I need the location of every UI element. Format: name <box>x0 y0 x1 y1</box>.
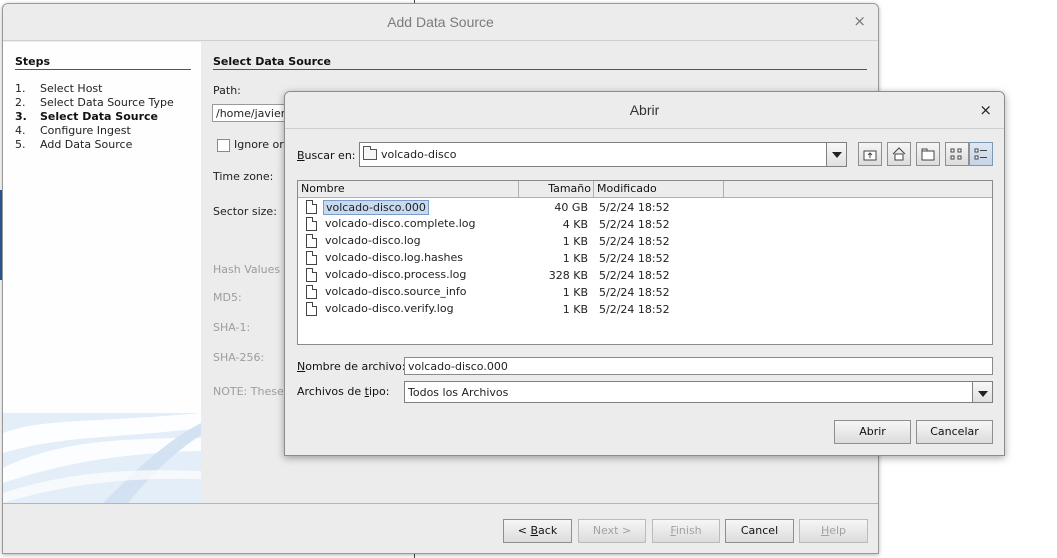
file-row[interactable]: volcado-disco.process.log 328 KB 5/2/24 18… <box>298 267 992 284</box>
chooser-titlebar[interactable]: Abrir × <box>285 92 1004 129</box>
look-in-combo[interactable]: volcado-disco <box>359 142 847 167</box>
next-button[interactable]: Next > <box>578 519 646 543</box>
file-row-selected[interactable]: volcado-disco.000 40 GB 5/2/24 18:52 <box>298 199 992 216</box>
new-folder-icon <box>921 148 935 161</box>
chooser-close-icon[interactable]: × <box>979 101 992 119</box>
file-icon <box>306 217 317 231</box>
chevron-down-icon[interactable] <box>972 382 992 402</box>
folder-up-icon <box>863 150 877 161</box>
filetype-label: Archivos de tipo: <box>297 385 390 398</box>
content-title: Select Data Source <box>213 55 867 70</box>
file-icon <box>306 251 317 265</box>
look-in-label: Buscar en: <box>297 149 356 162</box>
up-one-level-button[interactable] <box>858 142 882 166</box>
chooser-title: Abrir <box>629 102 660 118</box>
filetype-combo[interactable]: Todos los Archivos <box>404 381 993 403</box>
file-row[interactable]: volcado-disco.verify.log 1 KB 5/2/24 18:52 <box>298 301 992 318</box>
step-item: 5. Add Data Source <box>15 138 133 151</box>
cancel-button[interactable]: Cancel <box>725 519 794 543</box>
column-header-size[interactable]: Tamaño <box>519 181 594 198</box>
column-header-modified[interactable]: Modificado <box>594 181 724 198</box>
wizard-close-icon[interactable]: × <box>853 12 866 30</box>
open-file-dialog: Abrir × Buscar en: volcado-disco Nombre … <box>284 91 1005 456</box>
file-row[interactable]: volcado-disco.complete.log 4 KB 5/2/24 18:… <box>298 216 992 233</box>
chevron-down-icon[interactable] <box>826 143 846 166</box>
step-item-current: 3. Select Data Source <box>15 110 159 123</box>
file-icon <box>306 285 317 299</box>
wizard-title: Add Data Source <box>387 14 494 30</box>
file-list[interactable]: Nombre Tamaño Modificado volcado-disco.0… <box>297 180 993 345</box>
filetype-value: Todos los Archivos <box>408 386 509 399</box>
sha256-label: SHA-256: <box>213 351 265 364</box>
new-folder-button[interactable] <box>916 142 940 166</box>
steps-heading: Steps <box>15 55 191 70</box>
list-view-button[interactable] <box>945 142 969 166</box>
wizard-titlebar[interactable]: Add Data Source × <box>3 4 878 41</box>
decorative-swoosh-graphic <box>3 413 201 503</box>
ignore-orphan-option[interactable]: Ignore orp <box>217 138 291 152</box>
sha1-label: SHA-1: <box>213 321 251 334</box>
file-row[interactable]: volcado-disco.log.hashes 1 KB 5/2/24 18:52 <box>298 250 992 267</box>
list-view-icon <box>950 148 962 160</box>
chooser-cancel-button[interactable]: Cancelar <box>916 420 993 444</box>
file-list-header: Nombre Tamaño Modificado <box>298 181 992 198</box>
file-icon <box>306 200 317 214</box>
md5-label: MD5: <box>213 291 242 304</box>
help-button[interactable]: Help <box>799 519 868 543</box>
filename-input[interactable]: volcado-disco.000 <box>404 357 993 375</box>
finish-button[interactable]: Finish <box>652 519 720 543</box>
details-view-icon <box>974 148 987 160</box>
sector-size-label: Sector size: <box>213 205 277 218</box>
back-button[interactable]: < Back <box>503 519 572 543</box>
ignore-orphan-label: Ignore orp <box>234 138 291 151</box>
steps-panel: Steps 1. Select Host 2. Select Data Source… <box>3 42 201 503</box>
open-button[interactable]: Abrir <box>834 420 911 444</box>
column-header-name[interactable]: Nombre <box>298 181 519 198</box>
wizard-button-bar: < Back Next > Finish Cancel Help <box>3 503 878 553</box>
path-label: Path: <box>213 84 241 97</box>
details-view-button[interactable] <box>969 142 993 166</box>
file-row[interactable]: volcado-disco.source_info 1 KB 5/2/24 18:5… <box>298 284 992 301</box>
folder-icon <box>363 146 377 160</box>
look-in-value: volcado-disco <box>381 148 457 161</box>
steps-list: 1. Select Host 2. Select Data Source Type … <box>15 82 174 152</box>
file-row[interactable]: volcado-disco.log 1 KB 5/2/24 18:52 <box>298 233 992 250</box>
time-zone-label: Time zone: <box>213 170 274 183</box>
ignore-orphan-checkbox[interactable] <box>217 138 230 152</box>
file-icon <box>306 268 317 282</box>
file-icon <box>306 234 317 248</box>
home-button[interactable] <box>887 142 911 166</box>
file-icon <box>306 302 317 316</box>
step-item: 4. Configure Ingest <box>15 124 131 137</box>
note-label: NOTE: These v <box>213 385 294 398</box>
hash-values-label: Hash Values (c <box>213 263 294 276</box>
home-icon <box>892 147 906 161</box>
step-item: 1. Select Host <box>15 82 103 95</box>
filename-label: Nombre de archivo: <box>297 360 406 373</box>
step-item: 2. Select Data Source Type <box>15 96 174 109</box>
